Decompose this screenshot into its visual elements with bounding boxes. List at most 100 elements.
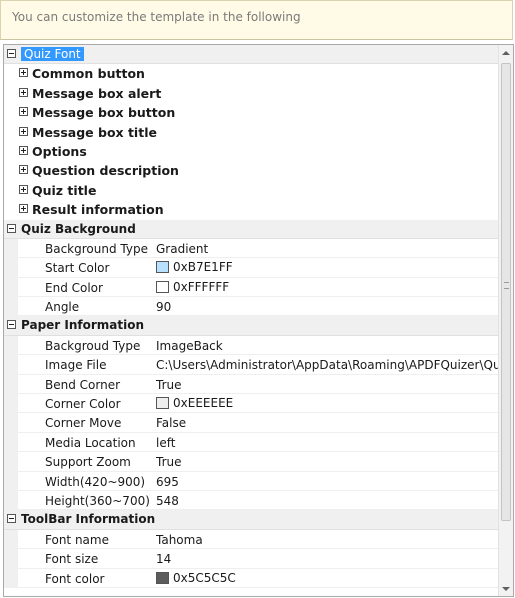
color-value-text: 0xB7E1FF — [173, 260, 233, 275]
property-value[interactable]: left — [156, 436, 499, 450]
expand-icon[interactable] — [19, 165, 28, 175]
property-name: End Color — [45, 280, 103, 295]
subcategory-label: Message box title — [32, 124, 157, 140]
property-value[interactable]: True — [156, 455, 499, 469]
property-corner-color[interactable]: Corner Color 0xEEEEEE — [4, 394, 499, 414]
property-value[interactable]: 14 — [156, 552, 499, 566]
property-corner-move[interactable]: Corner Move False — [4, 413, 499, 433]
subcategory-label: Question description — [32, 163, 179, 179]
subcategory-label: Message box button — [32, 105, 176, 121]
property-font-name[interactable]: Font name Tahoma — [4, 529, 499, 550]
expand-icon[interactable] — [19, 87, 28, 97]
subcategory-label: Common button — [32, 66, 145, 82]
color-swatch — [156, 280, 169, 293]
property-name: Backgroud Type — [45, 338, 141, 353]
expand-icon[interactable] — [19, 204, 28, 214]
property-backgroud-type[interactable]: Backgroud Type ImageBack — [4, 335, 499, 356]
scroll-up-arrow-icon[interactable] — [502, 51, 510, 55]
collapse-icon[interactable] — [7, 49, 16, 58]
property-height[interactable]: Height(360~700) 548 — [4, 490, 499, 511]
property-name: Start Color — [45, 261, 110, 276]
vertical-scrollbar[interactable] — [498, 45, 513, 596]
collapse-icon[interactable] — [7, 223, 16, 233]
info-banner: You can customize the template in the fo… — [0, 0, 513, 40]
property-value[interactable]: 0xFFFFFF — [156, 280, 499, 294]
subcategory-result-information[interactable]: Result information — [4, 200, 499, 219]
property-name: Font size — [45, 552, 99, 567]
property-font-size[interactable]: Font size 14 — [4, 549, 499, 569]
subcategory-message-box-button[interactable]: Message box button — [4, 103, 499, 122]
property-name: Corner Move — [45, 416, 122, 431]
property-angle[interactable]: Angle 90 — [4, 297, 499, 317]
property-width[interactable]: Width(420~900) 695 — [4, 471, 499, 491]
expand-icon[interactable] — [19, 145, 28, 155]
color-value-text: 0xFFFFFF — [173, 279, 230, 294]
property-value[interactable]: 90 — [156, 300, 499, 314]
subcategory-label: Quiz title — [32, 182, 97, 198]
subcategory-options[interactable]: Options — [4, 142, 499, 161]
grip-icon — [504, 282, 509, 289]
color-swatch — [156, 397, 169, 410]
property-end-color[interactable]: End Color 0xFFFFFF — [4, 277, 499, 298]
property-value[interactable]: 0x5C5C5C — [156, 571, 499, 585]
property-value[interactable]: 695 — [156, 475, 499, 489]
category-quiz-background[interactable]: Quiz Background — [4, 219, 499, 239]
subcategory-label: Result information — [32, 202, 164, 218]
property-name: Font color — [45, 571, 105, 586]
property-value[interactable]: 0xB7E1FF — [156, 260, 499, 274]
scroll-down-arrow-icon[interactable] — [502, 587, 510, 591]
expand-icon[interactable] — [19, 126, 28, 136]
property-value[interactable]: True — [156, 378, 499, 392]
info-banner-text: You can customize the template in the fo… — [12, 10, 301, 24]
subcategory-quiz-title[interactable]: Quiz title — [4, 181, 499, 200]
category-paper-information[interactable]: Paper Information — [4, 316, 499, 336]
property-name: Media Location — [45, 435, 136, 450]
scrollbar-thumb[interactable] — [501, 63, 511, 521]
property-font-color[interactable]: Font color 0x5C5C5C — [4, 568, 499, 588]
property-name: Bend Corner — [45, 377, 121, 392]
property-value[interactable]: 548 — [156, 494, 499, 508]
property-support-zoom[interactable]: Support Zoom True — [4, 452, 499, 472]
property-bend-corner[interactable]: Bend Corner True — [4, 374, 499, 395]
color-swatch — [156, 571, 169, 584]
category-quiz-font[interactable]: Quiz Font — [4, 45, 499, 65]
property-name: Width(420~900) — [45, 474, 146, 489]
category-label: Quiz Font — [21, 47, 84, 61]
property-value[interactable]: 0xEEEEEE — [156, 396, 499, 410]
subcategory-label: Message box alert — [32, 85, 162, 101]
expand-icon[interactable] — [19, 68, 28, 78]
color-swatch — [156, 261, 169, 274]
color-value-text: 0xEEEEEE — [173, 396, 234, 411]
expand-icon[interactable] — [19, 184, 28, 194]
subcategory-message-box-alert[interactable]: Message box alert — [4, 84, 499, 103]
property-background-type[interactable]: Background Type Gradient — [4, 238, 499, 259]
property-name: Image File — [45, 358, 107, 373]
property-name: Support Zoom — [45, 455, 131, 470]
property-value[interactable]: Tahoma — [156, 533, 499, 547]
property-value[interactable]: C:\Users\Administrator\AppData\Roaming\A… — [156, 358, 499, 372]
property-name: Corner Color — [45, 397, 121, 412]
category-label: ToolBar Information — [21, 512, 156, 527]
property-value[interactable]: ImageBack — [156, 339, 499, 353]
property-name: Height(360~700) — [45, 493, 149, 508]
collapse-icon[interactable] — [7, 514, 16, 524]
property-start-color[interactable]: Start Color 0xB7E1FF — [4, 258, 499, 278]
property-rows: Quiz Font Common button Message box aler… — [4, 45, 499, 588]
subcategory-message-box-title[interactable]: Message box title — [4, 123, 499, 142]
expand-icon[interactable] — [19, 107, 28, 117]
property-media-location[interactable]: Media Location left — [4, 432, 499, 453]
color-value-text: 0x5C5C5C — [173, 570, 236, 585]
property-name: Angle — [45, 300, 80, 315]
property-value[interactable]: Gradient — [156, 242, 499, 256]
subcategory-common-button[interactable]: Common button — [4, 64, 499, 83]
property-value[interactable]: False — [156, 416, 499, 430]
property-image-file[interactable]: Image File C:\Users\Administrator\AppDat… — [4, 355, 499, 375]
category-toolbar-information[interactable]: ToolBar Information — [4, 510, 499, 530]
property-name: Font name — [45, 532, 109, 547]
subcategory-question-description[interactable]: Question description — [4, 161, 499, 180]
property-grid[interactable]: Quiz Font Common button Message box aler… — [3, 44, 514, 597]
collapse-icon[interactable] — [7, 320, 16, 330]
subcategory-label: Options — [32, 143, 87, 159]
property-name: Background Type — [45, 241, 148, 256]
category-label: Paper Information — [21, 318, 145, 333]
